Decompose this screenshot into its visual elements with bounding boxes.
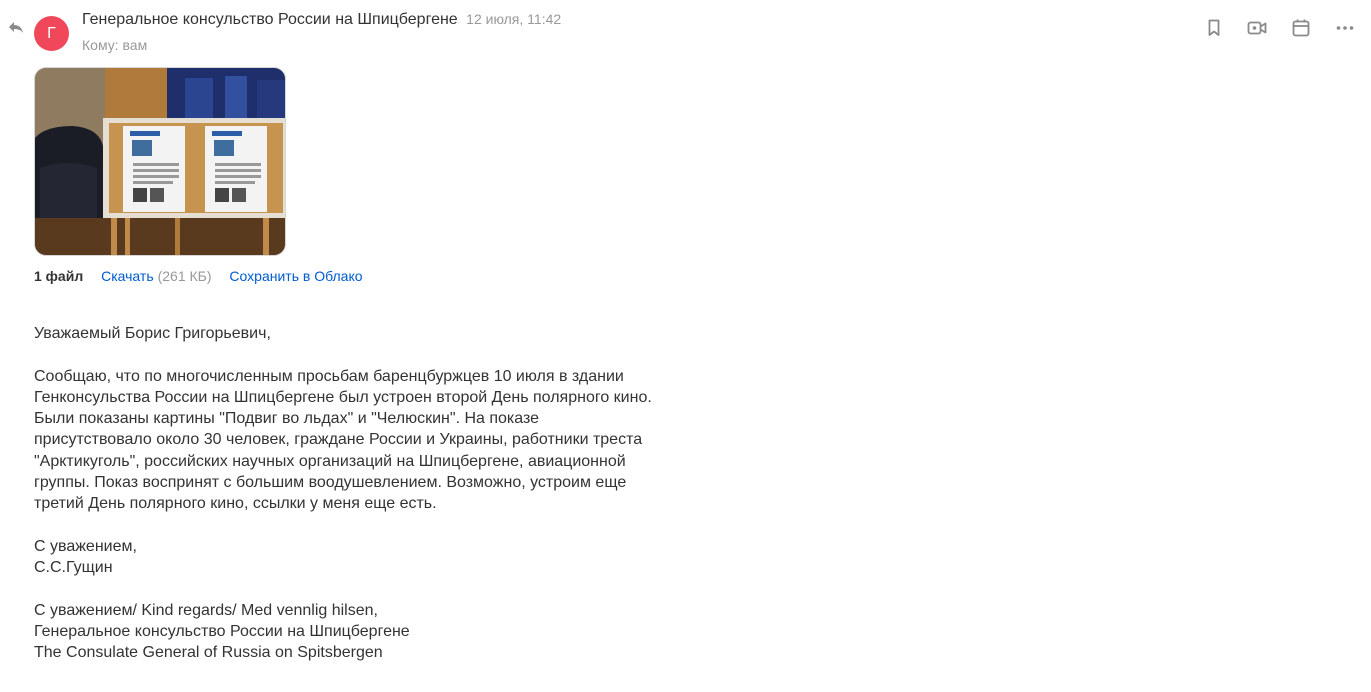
body-line: присутствовало около 30 человек, граждан… bbox=[34, 431, 643, 449]
regards: С уважением, bbox=[34, 537, 137, 555]
reply-icon[interactable] bbox=[7, 19, 25, 35]
calendar-icon[interactable] bbox=[1288, 15, 1314, 41]
to-label: Кому: bbox=[82, 37, 119, 53]
greeting: Уважаемый Борис Григорьевич, bbox=[34, 325, 271, 342]
body-line: Генконсульства России на Шпицбергене был… bbox=[34, 388, 652, 406]
message-date: 12 июля, 11:42 bbox=[466, 11, 562, 27]
body-line: Были показаны картины "Подвиг во льдах" … bbox=[34, 410, 540, 428]
more-icon[interactable] bbox=[1332, 15, 1358, 41]
body-line: "Арктикуголь", российских научных органи… bbox=[34, 452, 626, 470]
to-value[interactable]: вам bbox=[123, 37, 148, 53]
file-size: (261 КБ) bbox=[157, 268, 212, 284]
sender-name[interactable]: Генеральное консульство России на Шпицбе… bbox=[82, 11, 458, 28]
body-line: группы. Показ воспринят с большим воодуш… bbox=[34, 474, 627, 492]
message-body: Уважаемый Борис Григорьевич, Сообщаю, чт… bbox=[34, 323, 694, 664]
recipient-line: Кому: вам bbox=[82, 37, 147, 53]
signature-line: Генеральное консульство России на Шпицбе… bbox=[34, 623, 410, 641]
avatar[interactable]: Г bbox=[34, 16, 69, 51]
video-call-icon[interactable] bbox=[1244, 15, 1270, 41]
signer: С.С.Гущин bbox=[34, 559, 113, 577]
body-line: третий День полярного кино, ссылки у мен… bbox=[34, 495, 437, 513]
signature-line: The Consulate General of Russia on Spits… bbox=[34, 644, 383, 662]
save-to-cloud-link[interactable]: Сохранить в Облако bbox=[229, 268, 362, 284]
body-line: Сообщаю, что по многочисленным просьбам … bbox=[34, 367, 624, 385]
attachment-bar: 1 файл Скачать (261 КБ) Сохранить в Облак… bbox=[34, 268, 363, 284]
file-count: 1 файл bbox=[34, 268, 84, 284]
email-view: Г Генеральное консульство России на Шпиц… bbox=[0, 0, 1371, 692]
bookmark-icon[interactable] bbox=[1201, 15, 1227, 41]
download-link[interactable]: Скачать bbox=[101, 268, 154, 284]
message-toolbar bbox=[1200, 15, 1360, 41]
signature-line: С уважением/ Kind regards/ Med vennlig h… bbox=[34, 601, 378, 619]
sender-line: Генеральное консульство России на Шпицбе… bbox=[82, 11, 561, 29]
attachment-thumbnail[interactable] bbox=[34, 67, 286, 256]
